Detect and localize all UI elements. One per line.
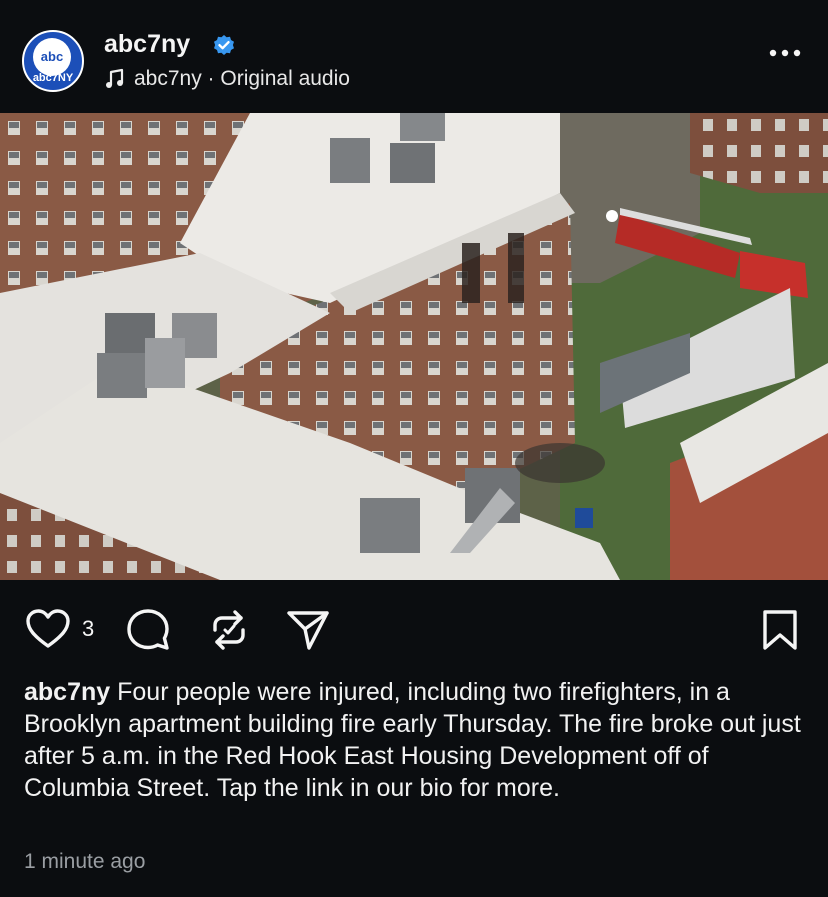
audio-line[interactable]: abc7ny · Original audio [104,67,350,91]
avatar[interactable]: abc abc7NY [22,30,84,92]
avatar-text: abc7NY [32,72,74,84]
bookmark-icon[interactable] [761,608,799,652]
music-note-icon [106,68,124,88]
heart-icon[interactable] [24,608,72,650]
caption-text: Four people were injured, including two … [24,678,801,802]
post-username[interactable]: abc7ny [104,30,190,59]
comment-icon[interactable] [126,608,172,652]
post-header: abc abc7NY abc7ny abc7ny · Original audi… [0,0,828,112]
action-bar: 3 [0,600,828,658]
post-caption: abc7ny Four people were injured, includi… [24,676,814,804]
post-timestamp: 1 minute ago [24,850,146,873]
caption-username[interactable]: abc7ny [24,678,110,706]
share-icon[interactable] [285,608,331,652]
post-media[interactable] [0,113,828,580]
avatar-logo: abc [33,38,71,76]
verified-badge-icon [214,35,234,55]
like-count[interactable]: 3 [82,616,94,642]
more-options-icon[interactable] [768,47,802,59]
audio-label: abc7ny · Original audio [134,67,350,90]
aerial-photo [0,113,828,580]
repost-icon[interactable] [207,608,251,652]
